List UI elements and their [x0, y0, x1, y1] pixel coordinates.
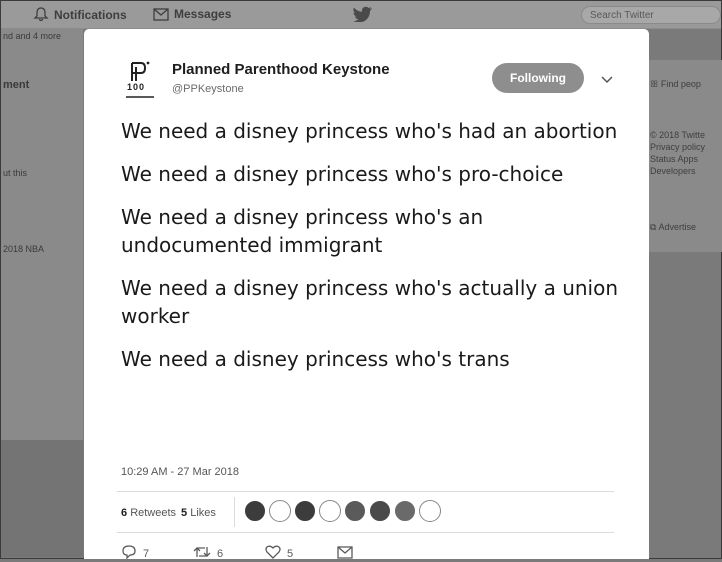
following-button[interactable]: Following	[492, 63, 584, 93]
tweet-paragraph-1: We need a disney princess who's had an a…	[121, 119, 618, 143]
twitter-bird-icon[interactable]	[353, 6, 373, 27]
direct-message-button[interactable]	[337, 545, 409, 562]
like-button[interactable]: 5	[265, 545, 337, 562]
retweet-icon	[193, 545, 211, 562]
find-people-link[interactable]: ꕥ Find peop	[650, 78, 701, 90]
liker-avatar[interactable]	[344, 500, 366, 522]
left-line-1: nd and 4 more	[3, 31, 62, 41]
left-lower-panel	[1, 440, 83, 557]
likes-stat[interactable]: 5 Likes	[181, 507, 216, 519]
footer-line-2[interactable]: Privacy policy	[650, 141, 705, 153]
envelope-icon	[337, 545, 353, 562]
reply-button[interactable]: 7	[121, 545, 193, 562]
people-icon: ꕥ	[650, 79, 659, 89]
liker-avatars	[244, 500, 441, 522]
advertise-label: Advertise	[658, 222, 696, 232]
nav-notifications[interactable]: Notifications	[33, 7, 127, 22]
tweet-timestamp[interactable]: 10:29 AM - 27 Mar 2018	[121, 466, 239, 478]
footer-line-4[interactable]: Developers	[650, 165, 696, 177]
retweets-stat[interactable]: 6 Retweets	[121, 507, 176, 519]
tweet-paragraph-3: We need a disney princess who's an undoc…	[121, 205, 484, 257]
footer-line-1: © 2018 Twitte	[650, 130, 705, 140]
nav-messages-label: Messages	[174, 7, 232, 21]
find-people-label: Find peop	[660, 79, 701, 89]
liker-avatar[interactable]	[244, 500, 266, 522]
retweet-button[interactable]: 6	[193, 545, 265, 562]
advertise-link[interactable]: ⧉ Advertise	[650, 221, 696, 233]
liker-avatar[interactable]	[419, 500, 441, 522]
bell-icon	[33, 7, 49, 22]
tweet-stats: 6 Retweets 5 Likes	[121, 507, 216, 519]
divider-top	[117, 491, 614, 492]
liker-avatar[interactable]	[394, 500, 416, 522]
left-heading: ment	[3, 79, 30, 91]
tweet-modal: 100 Planned Parenthood Keystone @PPKeyst…	[84, 29, 649, 562]
like-count: 5	[287, 547, 294, 560]
avatar[interactable]: 100	[124, 59, 156, 99]
tweet-text: We need a disney princess who's had an a…	[121, 117, 621, 388]
liker-avatar[interactable]	[369, 500, 391, 522]
chevron-down-icon[interactable]	[601, 71, 613, 89]
left-column: nd and 4 more ment ut this 2018 NBA	[1, 29, 83, 449]
avatar-badge: 100	[127, 82, 146, 92]
tweet-actions: 7 6 5	[121, 545, 409, 562]
left-line-2[interactable]: ut this	[3, 168, 27, 178]
reply-icon	[121, 545, 137, 562]
top-nav: Notifications Messages Search Twitter	[1, 1, 721, 29]
tweet-paragraph-2: We need a disney princess who's pro-choi…	[121, 162, 564, 186]
tweet-paragraph-5: We need a disney princess who's trans	[121, 347, 510, 371]
envelope-icon	[153, 7, 169, 21]
author-handle[interactable]: @PPKeystone	[172, 83, 244, 95]
likes-count: 5	[181, 507, 188, 519]
right-column: ꕥ Find peop © 2018 Twitte Privacy policy…	[648, 60, 722, 252]
heart-icon	[265, 545, 281, 562]
tweet-paragraph-4: We need a disney princess who's actually…	[121, 276, 619, 328]
divider-bottom	[117, 532, 614, 533]
retweet-count: 6	[217, 547, 224, 560]
liker-avatar[interactable]	[294, 500, 316, 522]
reply-count: 7	[143, 547, 150, 560]
footer-line-3[interactable]: Status Apps	[650, 153, 698, 165]
retweets-count: 6	[121, 507, 128, 519]
retweets-label: Retweets	[130, 507, 177, 519]
nav-messages[interactable]: Messages	[153, 7, 231, 21]
search-input[interactable]: Search Twitter	[581, 6, 721, 24]
left-line-3[interactable]: 2018 NBA	[3, 244, 44, 254]
likes-label: Likes	[190, 507, 216, 519]
liker-avatar[interactable]	[269, 500, 291, 522]
nav-notifications-label: Notifications	[54, 7, 127, 22]
external-link-icon: ⧉	[650, 222, 657, 232]
liker-avatar[interactable]	[319, 500, 341, 522]
author-name[interactable]: Planned Parenthood Keystone	[172, 61, 390, 78]
stats-separator	[234, 497, 235, 527]
